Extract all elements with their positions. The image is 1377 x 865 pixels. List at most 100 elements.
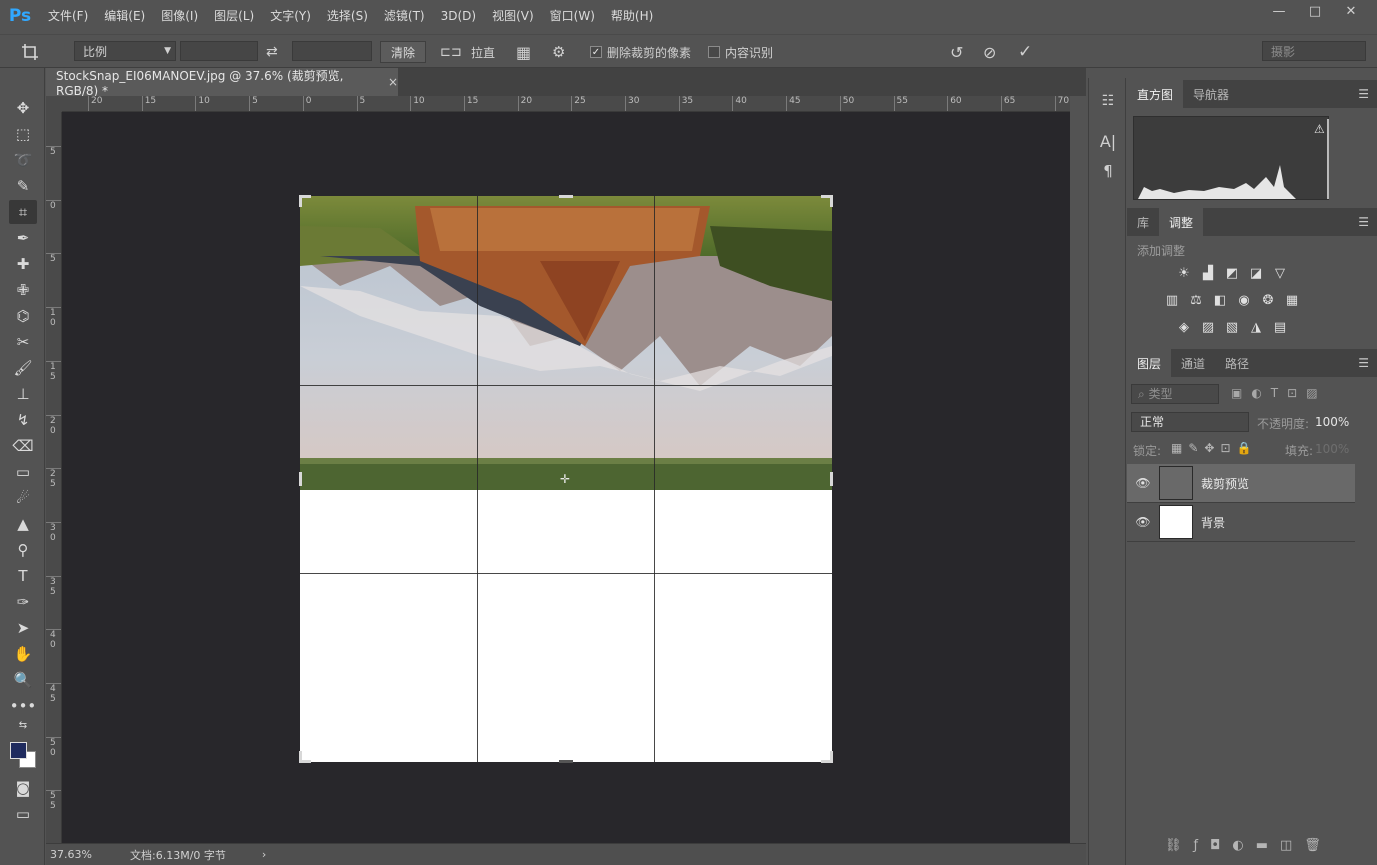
threshold-icon[interactable]: ▧ xyxy=(1223,319,1241,335)
paragraph-panel-icon[interactable]: ¶ xyxy=(1095,160,1121,182)
photo-filter-icon[interactable]: ◉ xyxy=(1235,292,1253,308)
tab-adjustments[interactable]: 调整 xyxy=(1159,208,1204,236)
content-aware-move-icon[interactable]: ✂ xyxy=(9,330,37,354)
levels-icon[interactable]: ▟ xyxy=(1199,265,1217,281)
panel-menu-icon[interactable]: ☰ xyxy=(1358,87,1369,101)
menu-type[interactable]: 文字(Y) xyxy=(262,0,319,32)
gear-icon[interactable]: ⚙ xyxy=(552,41,565,63)
menu-view[interactable]: 视图(V) xyxy=(484,0,542,32)
screen-mode-icon[interactable]: ▭ xyxy=(9,802,37,826)
zoom-tool-icon[interactable]: 🔍 xyxy=(9,668,37,692)
gradient-map-icon[interactable]: ▤ xyxy=(1271,319,1289,335)
vibrance-icon[interactable]: ▽ xyxy=(1271,265,1289,281)
content-aware-checkbox[interactable]: 内容识别 xyxy=(708,41,773,63)
straighten-label[interactable]: 拉直 xyxy=(471,41,495,63)
posterize-icon[interactable]: ▨ xyxy=(1199,319,1217,335)
tab-navigator[interactable]: 导航器 xyxy=(1183,80,1239,108)
hue-saturation-icon[interactable]: ▥ xyxy=(1163,292,1181,308)
crop-handle-right[interactable] xyxy=(830,472,833,486)
reset-icon[interactable]: ↺ xyxy=(950,41,963,63)
cancel-icon[interactable]: ⊘ xyxy=(983,41,996,63)
curves-icon[interactable]: ◩ xyxy=(1223,265,1241,281)
crop-handle-bottom-right[interactable] xyxy=(821,751,833,763)
gradient-tool-icon[interactable]: ▭ xyxy=(9,460,37,484)
foreground-color-swatch[interactable] xyxy=(10,742,27,759)
eraser-tool-icon[interactable]: ⌫ xyxy=(9,434,37,458)
clear-button[interactable]: 清除 xyxy=(380,41,427,63)
exposure-icon[interactable]: ◪ xyxy=(1247,265,1265,281)
menu-help[interactable]: 帮助(H) xyxy=(603,0,661,32)
properties-icon[interactable]: ☷ xyxy=(1095,90,1121,112)
crop-tool-icon[interactable]: ⌗ xyxy=(9,200,37,224)
opacity-value[interactable]: 100% xyxy=(1315,415,1349,429)
tab-library[interactable]: 库 xyxy=(1127,208,1159,236)
visibility-eye-icon[interactable]: 👁 xyxy=(1127,476,1159,490)
more-tools-icon[interactable]: ••• xyxy=(9,694,37,718)
pen-tool-icon[interactable]: ✑ xyxy=(9,590,37,614)
healing-brush-tool-icon[interactable]: ✚ xyxy=(9,252,37,276)
path-select-tool-icon[interactable]: ➤ xyxy=(9,616,37,640)
patch-tool-icon[interactable]: ⌬ xyxy=(9,304,37,328)
swap-icon[interactable]: ⇄ xyxy=(266,41,278,63)
blur-tool-icon[interactable]: ☄ xyxy=(9,486,37,510)
grid-overlay-icon[interactable]: ▦ xyxy=(516,41,531,63)
canvas-area[interactable]: ✛ xyxy=(62,112,1070,843)
visibility-eye-icon[interactable]: 👁 xyxy=(1127,515,1159,529)
hand-tool-icon[interactable]: ✋ xyxy=(9,642,37,666)
horizontal-ruler[interactable]: 20 15 10 5 0 5 10 15 20 25 30 35 40 45 50 55 60 65 70 xyxy=(62,96,1070,112)
swap-colors-icon[interactable]: ⇆ xyxy=(9,718,37,732)
crop-handle-bottom[interactable] xyxy=(559,760,573,763)
menu-layer[interactable]: 图层(L) xyxy=(206,0,262,32)
menu-edit[interactable]: 编辑(E) xyxy=(96,0,153,32)
menu-image[interactable]: 图像(I) xyxy=(153,0,206,32)
eyedropper-tool-icon[interactable]: ✒ xyxy=(9,226,37,250)
stamp-tool-icon[interactable]: ⊥ xyxy=(9,382,37,406)
width-input[interactable] xyxy=(180,41,258,61)
marquee-tool-icon[interactable]: ⬚ xyxy=(9,122,37,146)
brush-tool-icon[interactable]: 🖌 xyxy=(9,356,37,380)
menu-window[interactable]: 窗口(W) xyxy=(542,0,603,32)
black-white-icon[interactable]: ◧ xyxy=(1211,292,1229,308)
lasso-tool-icon[interactable]: ➰ xyxy=(9,148,37,172)
panel-menu-icon[interactable]: ☰ xyxy=(1358,215,1369,229)
straighten-icon[interactable]: ⊏⊐ xyxy=(440,41,462,63)
crop-handle-top-left[interactable] xyxy=(299,195,311,207)
menu-filter[interactable]: 滤镜(T) xyxy=(376,0,433,32)
ratio-select[interactable]: 比例 ▼ xyxy=(74,41,176,61)
crop-handle-bottom-left[interactable] xyxy=(299,751,311,763)
color-balance-icon[interactable]: ⚖ xyxy=(1187,292,1205,308)
sharpen-tool-icon[interactable]: ▲ xyxy=(9,512,37,536)
delete-cropped-checkbox[interactable]: ✓ 删除裁剪的像素 xyxy=(590,41,691,63)
ruler-origin[interactable] xyxy=(46,96,62,112)
layer-row[interactable]: 👁 背景 xyxy=(1127,503,1355,542)
menu-3d[interactable]: 3D(D) xyxy=(433,0,484,32)
chevron-right-icon[interactable]: › xyxy=(262,848,266,861)
close-tab-icon[interactable]: × xyxy=(388,75,398,89)
tab-paths[interactable]: 路径 xyxy=(1215,349,1259,377)
brightness-icon[interactable]: ☀ xyxy=(1175,265,1193,281)
history-brush-icon[interactable]: ↯ xyxy=(9,408,37,432)
close-button[interactable]: ✕ xyxy=(1333,0,1369,22)
crop-handle-top-right[interactable] xyxy=(821,195,833,207)
tab-histogram[interactable]: 直方图 xyxy=(1127,80,1184,108)
type-tool-icon[interactable]: T xyxy=(9,564,37,588)
dodge-tool-icon[interactable]: ⚲ xyxy=(9,538,37,562)
menu-file[interactable]: 文件(F) xyxy=(40,0,96,32)
blend-mode-select[interactable]: 正常 xyxy=(1131,412,1249,432)
channel-mixer-icon[interactable]: ❂ xyxy=(1259,292,1277,308)
move-tool-icon[interactable]: ✥ xyxy=(9,96,37,120)
minimize-button[interactable]: — xyxy=(1261,0,1297,22)
document-canvas[interactable]: ✛ xyxy=(299,195,833,763)
document-tab[interactable]: StockSnap_EI06MANOEV.jpg @ 37.6% (裁剪预览, … xyxy=(46,68,398,98)
crop-tool-preset[interactable] xyxy=(20,41,40,63)
fill-value[interactable]: 100% xyxy=(1315,442,1349,456)
invert-icon[interactable]: ◈ xyxy=(1175,319,1193,335)
tab-layers[interactable]: 图层 xyxy=(1127,349,1172,377)
tab-channels[interactable]: 通道 xyxy=(1171,349,1215,377)
layer-row[interactable]: 👁 裁剪预览 xyxy=(1127,464,1355,503)
workspace-select[interactable]: 摄影 xyxy=(1262,41,1366,61)
layer-filter-icons[interactable]: ▣◐T⊡▨ xyxy=(1231,386,1327,400)
quick-mask-icon[interactable]: ◙ xyxy=(9,776,37,800)
color-lookup-icon[interactable]: ▦ xyxy=(1283,292,1301,308)
selective-color-icon[interactable]: ◮ xyxy=(1247,319,1265,335)
